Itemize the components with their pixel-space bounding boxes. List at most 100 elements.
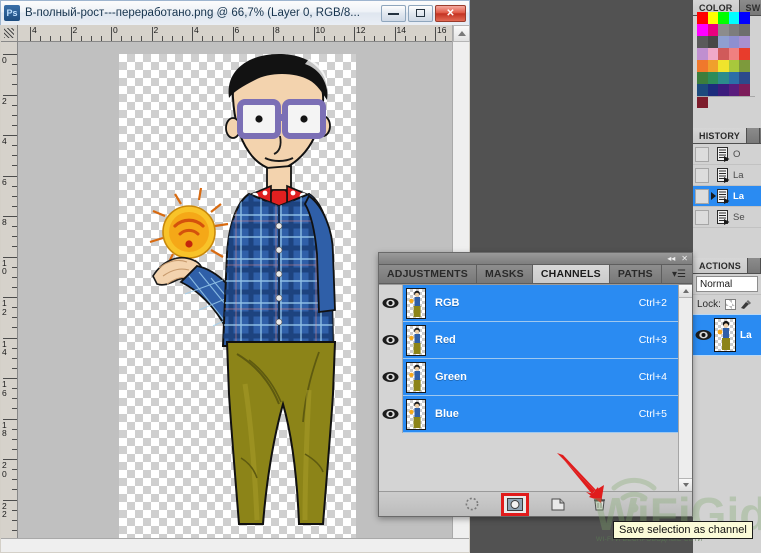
channels-panel-tabs[interactable]: ADJUSTMENTS MASKS CHANNELS PATHS ▾☰ [379,265,692,284]
close-icon[interactable]: ✕ [681,254,688,264]
color-swatch[interactable] [728,84,739,96]
layer-thumbnail-art [717,320,730,350]
color-swatch[interactable] [739,24,750,36]
delete-channel-button[interactable] [590,496,608,513]
color-swatch[interactable] [728,48,739,60]
color-swatch[interactable] [697,24,708,36]
color-swatch[interactable] [739,60,750,72]
tab-masks[interactable]: MASKS [476,265,533,283]
channels-scroll-up-button[interactable] [679,285,692,298]
load-channel-as-selection-button[interactable] [463,496,481,513]
document-icon [717,188,730,204]
color-swatch[interactable] [707,48,718,60]
color-swatch[interactable] [707,84,718,96]
color-swatch[interactable] [718,48,729,60]
color-swatch[interactable] [697,84,708,96]
tab-history-next[interactable] [746,128,760,143]
color-swatch[interactable] [728,12,739,24]
maximize-button[interactable] [408,4,433,22]
color-swatch[interactable] [728,24,739,36]
maximize-icon [416,9,425,17]
color-swatch[interactable] [697,60,708,72]
color-swatch[interactable] [739,12,750,24]
channel-visibility-toggle[interactable] [379,284,403,322]
color-swatch[interactable] [707,24,718,36]
color-swatch[interactable] [739,48,750,60]
history-item[interactable]: La [693,165,761,186]
channels-list[interactable]: RGB Ctrl+2 Red Ctrl+3 Green Ctrl+4 Blue … [379,284,678,491]
history-item-label: La [733,169,744,181]
channel-row[interactable]: Red Ctrl+3 [379,321,678,359]
color-swatch[interactable] [718,72,729,84]
eye-icon[interactable] [695,329,712,341]
document-icon [717,167,730,183]
brush-lock-icon[interactable] [740,299,752,310]
color-swatch[interactable] [728,72,739,84]
blend-mode-select[interactable]: Normal [696,276,758,292]
channel-visibility-toggle[interactable] [379,395,403,433]
history-item[interactable]: Se [693,207,761,228]
document-titlebar[interactable]: Ps В-полный-рост---переработано.png @ 66… [0,0,470,25]
channel-visibility-toggle[interactable] [379,321,403,359]
color-swatch[interactable] [697,36,708,48]
channels-panel-grip[interactable]: ◂◂ ✕ [379,253,692,265]
color-swatch[interactable] [718,12,729,24]
tab-paths[interactable]: PATHS [609,265,662,283]
tab-history[interactable]: HISTORY [693,128,747,143]
history-item[interactable]: La [693,186,761,207]
tab-channels[interactable]: CHANNELS [532,265,610,283]
layer-thumbnail [714,318,736,352]
chevron-down-icon [682,483,689,487]
color-swatch[interactable] [707,60,718,72]
panel-menu-icon[interactable]: ▾☰ [666,265,692,283]
channel-row[interactable]: RGB Ctrl+2 [379,284,678,322]
history-snapshot-box[interactable] [695,188,709,204]
color-swatch[interactable] [718,36,729,48]
color-swatch[interactable] [739,36,750,48]
channel-visibility-toggle[interactable] [379,358,403,396]
color-swatch-grid[interactable] [697,12,759,108]
color-swatch[interactable] [718,24,729,36]
history-snapshot-box[interactable] [695,167,709,183]
tab-adjustments[interactable]: ADJUSTMENTS [379,265,477,283]
channel-row[interactable]: Green Ctrl+4 [379,358,678,396]
ruler-corner[interactable] [1,25,18,42]
channel-row[interactable]: Blue Ctrl+5 [379,395,678,433]
collapse-icon[interactable]: ◂◂ [667,254,675,264]
color-swatch[interactable] [728,60,739,72]
color-swatch[interactable] [707,72,718,84]
document-title: В-полный-рост---переработано.png @ 66,7%… [25,7,360,19]
layer-row[interactable]: La [693,314,761,356]
channels-scroll-down-button[interactable] [679,478,692,491]
close-button[interactable]: ✕ [435,4,466,22]
history-item[interactable]: O [693,144,761,165]
color-swatch[interactable] [707,36,718,48]
color-swatch[interactable] [739,84,750,96]
history-snapshot-box[interactable] [695,209,709,225]
color-swatch[interactable] [697,48,708,60]
canvas-horizontal-scrollbar[interactable] [1,538,469,552]
color-swatch[interactable] [728,36,739,48]
tab-actions[interactable]: ACTIONS [693,258,748,273]
eye-icon [382,372,399,382]
ruler-label: 12 [2,298,7,317]
transparency-lock-icon[interactable] [724,299,736,310]
history-snapshot-box[interactable] [695,146,709,162]
color-swatch[interactable] [739,72,750,84]
create-new-channel-button[interactable] [549,496,567,513]
color-swatch[interactable] [697,12,708,24]
color-swatch[interactable] [697,96,708,108]
minimize-button[interactable] [381,4,406,22]
ruler-label: 2 [153,25,159,35]
channels-scrollbar[interactable] [678,285,692,491]
tab-actions-next[interactable] [747,258,761,273]
ruler-tick [111,27,112,41]
color-swatch[interactable] [718,60,729,72]
ruler-tick [394,27,396,41]
color-swatch[interactable] [718,84,729,96]
color-swatch[interactable] [697,72,708,84]
color-swatch[interactable] [707,12,718,24]
save-selection-as-channel-button[interactable] [501,492,529,516]
history-list[interactable]: O La La Se [693,144,761,228]
scroll-up-button[interactable] [453,25,470,42]
